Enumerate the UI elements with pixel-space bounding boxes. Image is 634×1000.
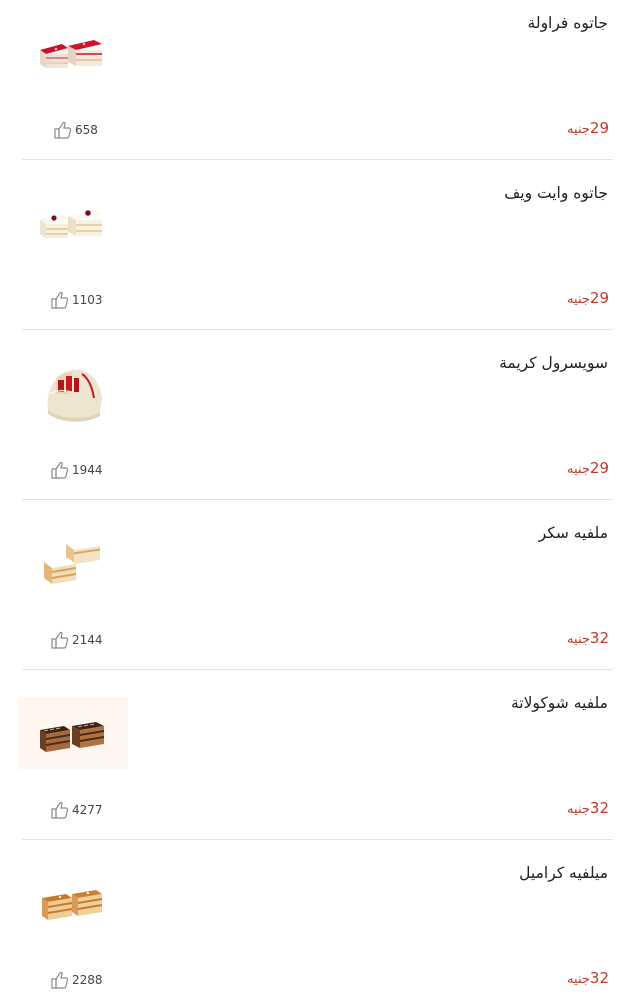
product-price: 32جنيه [567, 969, 609, 987]
divider [22, 839, 613, 840]
thumbs-up-icon [51, 631, 69, 649]
thumbs-up-icon [51, 971, 69, 989]
price-value: 32 [589, 799, 609, 817]
price-value: 32 [589, 629, 609, 647]
likes-count: 4277 [72, 803, 103, 817]
price-currency: جنيه [567, 802, 590, 817]
white-wave-gateau-image[interactable] [38, 204, 126, 260]
product-item[interactable]: سويسرول كريمة 1944 29جنيه [0, 340, 634, 510]
like-button[interactable]: 1103 [50, 291, 103, 309]
price-currency: جنيه [567, 972, 590, 987]
like-button[interactable]: 1944 [50, 461, 103, 479]
product-price: 29جنيه [567, 459, 609, 477]
product-price: 29جنيه [567, 289, 609, 307]
price-value: 32 [589, 969, 609, 987]
price-currency: جنيه [567, 122, 590, 137]
price-value: 29 [589, 289, 609, 307]
product-item[interactable]: ملفيه سكر 2144 32جنيه [0, 510, 634, 680]
divider [22, 159, 613, 160]
product-item[interactable]: ميلفيه كراميل 2288 32جنيه [0, 850, 634, 1000]
product-list: جاتوه فراولة 658 29جنيه جاتوه وايت ويف 1… [0, 0, 634, 1000]
thumbs-up-icon [51, 801, 69, 819]
likes-count: 2288 [72, 973, 103, 987]
chocolate-mille-feuille-image[interactable] [38, 716, 126, 772]
sugar-mille-feuille-image[interactable] [40, 538, 128, 594]
price-value: 29 [589, 119, 609, 137]
price-value: 29 [589, 459, 609, 477]
product-name[interactable]: ملفيه سكر [539, 524, 608, 542]
thumbs-up-icon [51, 291, 69, 309]
price-currency: جنيه [567, 632, 590, 647]
divider [22, 329, 613, 330]
like-button[interactable]: 658 [53, 121, 98, 139]
product-name[interactable]: جاتوه فراولة [528, 14, 608, 32]
product-item[interactable]: جاتوه فراولة 658 29جنيه [0, 0, 634, 170]
price-currency: جنيه [567, 292, 590, 307]
product-item[interactable]: ملفيه شوكولاتة 4277 32جنيه [0, 680, 634, 850]
strawberry-gateau-image[interactable] [38, 34, 126, 90]
caramel-mille-feuille-image[interactable] [40, 884, 128, 940]
likes-count: 2144 [72, 633, 103, 647]
product-name[interactable]: جاتوه وايت ويف [504, 184, 608, 202]
likes-count: 1944 [72, 463, 103, 477]
like-button[interactable]: 4277 [50, 801, 103, 819]
thumbs-up-icon [51, 461, 69, 479]
product-price: 32جنيه [567, 799, 609, 817]
product-price: 29جنيه [567, 119, 609, 137]
likes-count: 658 [75, 123, 98, 137]
price-currency: جنيه [567, 462, 590, 477]
product-item[interactable]: جاتوه وايت ويف 1103 29جنيه [0, 170, 634, 340]
product-name[interactable]: سويسرول كريمة [499, 354, 608, 372]
thumbs-up-icon [54, 121, 72, 139]
like-button[interactable]: 2144 [50, 631, 103, 649]
likes-count: 1103 [72, 293, 103, 307]
like-button[interactable]: 2288 [50, 971, 103, 989]
cream-swiss-roll-image[interactable] [42, 364, 130, 422]
divider [22, 499, 613, 500]
product-price: 32جنيه [567, 629, 609, 647]
product-name[interactable]: ملفيه شوكولاتة [511, 694, 608, 712]
divider [22, 669, 613, 670]
product-name[interactable]: ميلفيه كراميل [519, 864, 608, 882]
